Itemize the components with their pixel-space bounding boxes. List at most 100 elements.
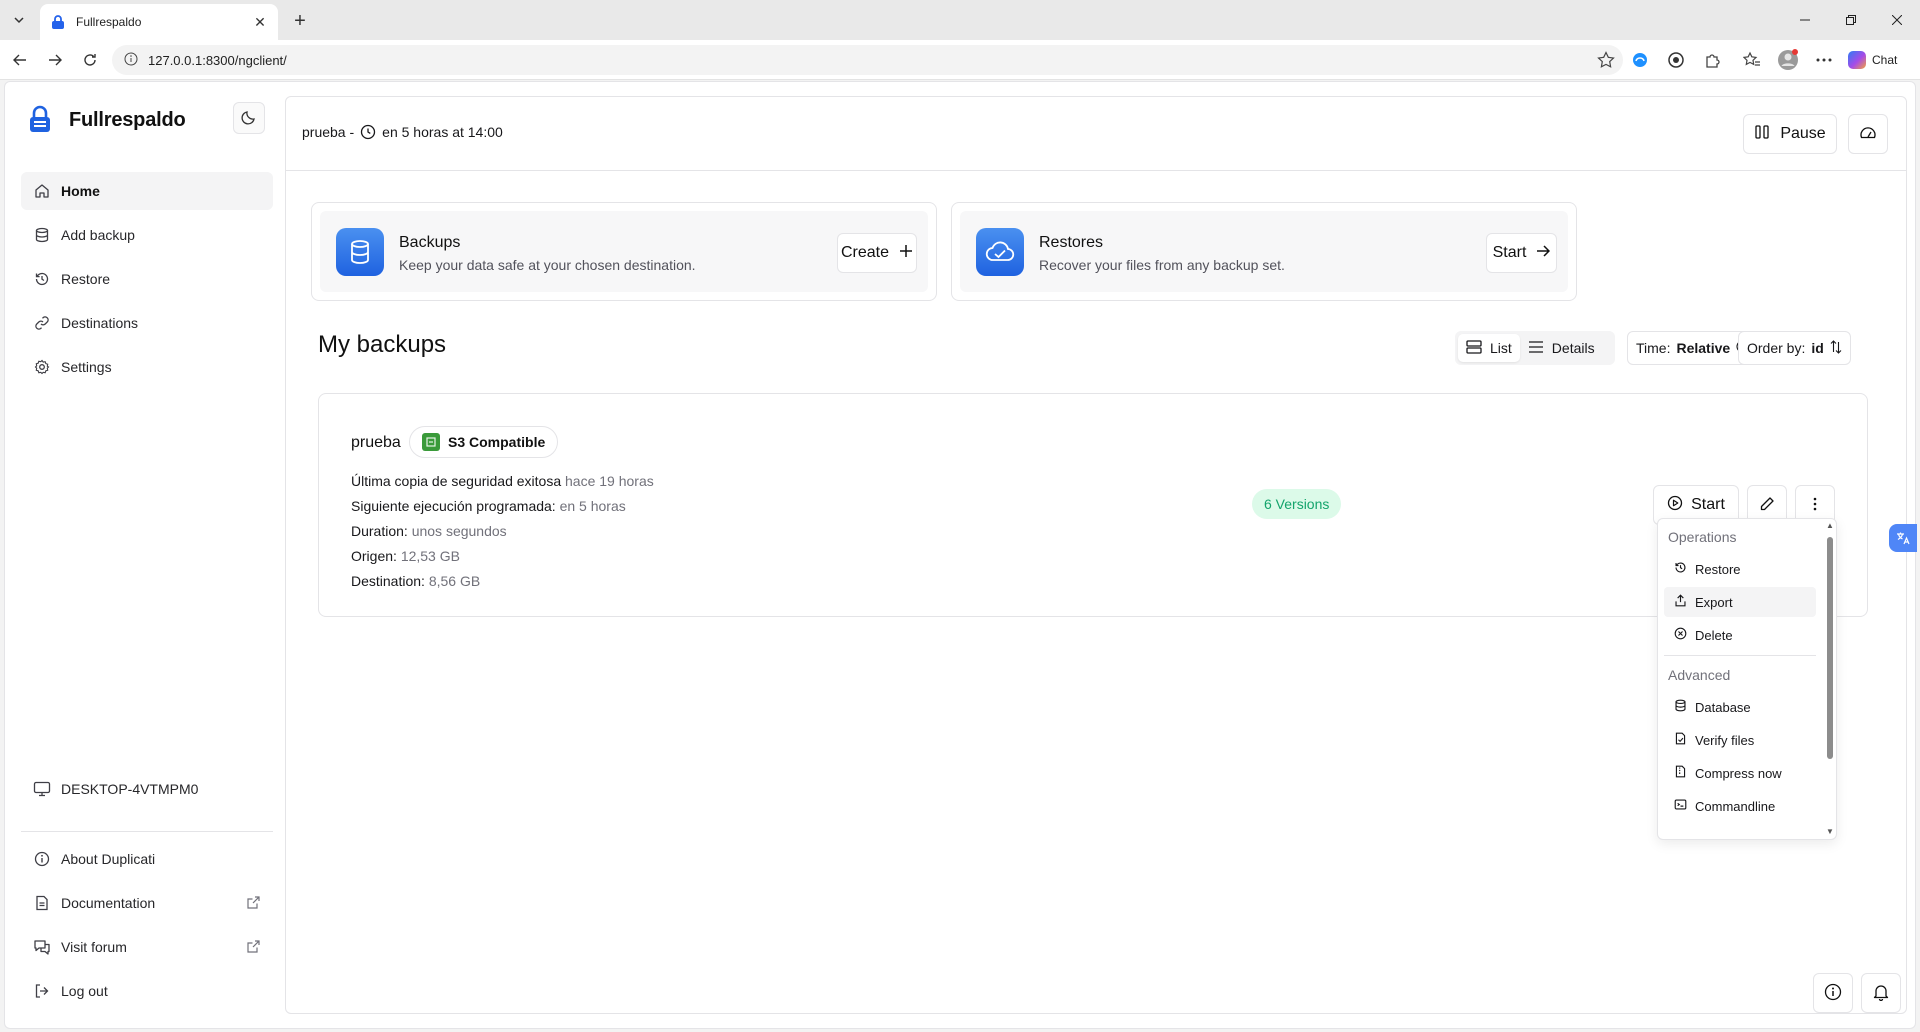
profile-avatar-icon[interactable]: [1776, 48, 1800, 72]
sidebar-item-add-backup[interactable]: Add backup: [21, 216, 273, 254]
share-icon: [1674, 594, 1687, 610]
tab-list-chevron-icon[interactable]: [6, 8, 32, 32]
sidebar-item-restore[interactable]: Restore: [21, 260, 273, 298]
restores-card-title: Restores: [1039, 234, 1104, 251]
notifications-button[interactable]: [1861, 973, 1901, 1013]
create-backup-button[interactable]: Create: [837, 233, 917, 273]
order-by-button[interactable]: Order by: id: [1738, 331, 1851, 365]
clock-icon: [360, 124, 376, 140]
view-details-option[interactable]: Details: [1520, 334, 1603, 362]
my-backups-title: My backups: [318, 331, 447, 358]
url-text: 127.0.0.1:8300/ngclient/: [148, 52, 287, 68]
minimize-icon[interactable]: [1782, 0, 1828, 40]
monitor-icon: [33, 781, 51, 797]
pause-button[interactable]: Pause: [1743, 114, 1837, 154]
menu-scrollbar-thumb[interactable]: [1827, 537, 1833, 759]
external-link-icon: [246, 895, 261, 910]
copilot-icon: [1848, 51, 1866, 69]
menu-item-verify-files[interactable]: Verify files: [1664, 725, 1816, 755]
s3-bucket-icon: [422, 433, 440, 451]
url-field[interactable]: 127.0.0.1:8300/ngclient/: [112, 45, 1623, 75]
restores-card-body: Restores Recover your files from any bac…: [960, 211, 1568, 292]
menu-item-label: Verify files: [1695, 732, 1755, 748]
new-tab-icon[interactable]: +: [288, 9, 312, 33]
grammar-extension-icon[interactable]: [1664, 48, 1688, 72]
file-archive-icon: [1674, 765, 1687, 781]
view-list-label: List: [1490, 340, 1512, 356]
destination-size-row: Destination: 8,56 GB: [351, 573, 480, 589]
scroll-down-arrow-icon[interactable]: ▼: [1826, 828, 1834, 836]
close-window-icon[interactable]: [1874, 0, 1920, 40]
throttle-button[interactable]: [1848, 114, 1888, 154]
favorite-star-icon[interactable]: [1597, 51, 1615, 72]
source-size-row: Origen: 12,53 GB: [351, 548, 460, 564]
machine-label: DESKTOP-4VTMPM0: [61, 781, 199, 797]
backup-actions-menu: Operations Restore Export Delete Advance…: [1657, 518, 1837, 840]
plus-icon: [899, 244, 913, 263]
favorites-icon[interactable]: [1740, 48, 1764, 72]
menu-item-restore[interactable]: Restore: [1664, 554, 1816, 584]
row-value: 12,53 GB: [400, 548, 460, 564]
menu-item-export[interactable]: Export: [1664, 587, 1816, 617]
menu-item-delete[interactable]: Delete: [1664, 620, 1816, 650]
browser-tab[interactable]: Fullrespaldo ✕: [40, 4, 278, 40]
row-label: Origen:: [351, 548, 397, 564]
external-link-icon: [246, 939, 261, 954]
time-label: Time:: [1636, 340, 1671, 356]
next-run-row: Siguiente ejecución programada: en 5 hor…: [351, 498, 626, 514]
sidebar-divider: [21, 831, 273, 832]
sidebar-item-label: Visit forum: [61, 939, 127, 955]
top-bar: prueba - en 5 horas at 14:00 Pause: [286, 97, 1906, 171]
menu-item-label: Compress now: [1695, 765, 1782, 781]
site-info-icon[interactable]: [124, 52, 138, 69]
copilot-chat-button[interactable]: Chat: [1848, 47, 1897, 73]
versions-badge[interactable]: 6 Versions: [1252, 489, 1342, 519]
translate-icon[interactable]: [1889, 524, 1917, 552]
restore-window-icon[interactable]: [1828, 0, 1874, 40]
sidebar-item-about[interactable]: About Duplicati: [21, 840, 273, 878]
close-tab-icon[interactable]: ✕: [252, 14, 268, 31]
gear-icon: [33, 358, 51, 376]
scroll-up-arrow-icon[interactable]: ▲: [1826, 522, 1834, 530]
backup-name[interactable]: prueba: [351, 434, 401, 452]
view-list-option[interactable]: List: [1458, 334, 1520, 362]
menu-item-commandline[interactable]: Commandline: [1664, 791, 1816, 821]
menu-item-database[interactable]: Database: [1664, 692, 1816, 722]
link-icon: [33, 314, 51, 332]
more-options-icon[interactable]: [1812, 48, 1836, 72]
menu-item-label: Database: [1695, 699, 1751, 715]
info-button[interactable]: [1813, 973, 1853, 1013]
extensions-puzzle-icon[interactable]: [1700, 48, 1724, 72]
lock-logo-icon: [29, 105, 51, 136]
reload-icon[interactable]: [78, 48, 102, 72]
menu-group-advanced: Advanced: [1668, 667, 1731, 683]
moon-icon: [241, 109, 257, 128]
last-success-row: Última copia de seguridad exitosa hace 1…: [351, 473, 654, 489]
row-label: Duration:: [351, 523, 408, 539]
edge-extension-icon[interactable]: [1628, 48, 1652, 72]
sidebar-item-documentation[interactable]: Documentation: [21, 884, 273, 922]
brand[interactable]: Fullrespaldo: [29, 102, 186, 138]
sidebar-item-settings[interactable]: Settings: [21, 348, 273, 386]
start-restore-label: Start: [1492, 244, 1527, 261]
theme-toggle-button[interactable]: [233, 102, 265, 134]
order-label: Order by:: [1747, 340, 1806, 356]
history-icon: [1674, 561, 1687, 577]
sidebar-item-label: Destinations: [61, 315, 139, 331]
create-label: Create: [840, 244, 890, 261]
menu-item-compress-now[interactable]: Compress now: [1664, 758, 1816, 788]
sidebar-item-destinations[interactable]: Destinations: [21, 304, 273, 342]
sidebar-item-home[interactable]: Home: [21, 172, 273, 210]
document-icon: [33, 894, 51, 912]
vertical-dots-icon: [1813, 496, 1817, 515]
backups-card-title: Backups: [399, 234, 461, 251]
info-icon: [33, 850, 51, 868]
start-restore-button[interactable]: Start: [1486, 233, 1557, 273]
sidebar-item-forum[interactable]: Visit forum: [21, 928, 273, 966]
arrow-right-icon: [1536, 244, 1551, 263]
sort-arrows-icon: [1830, 339, 1842, 357]
sidebar-item-logout[interactable]: Log out: [21, 972, 273, 1010]
back-icon[interactable]: [8, 48, 32, 72]
cloud-check-icon: [976, 228, 1024, 276]
forward-icon[interactable]: [43, 48, 67, 72]
